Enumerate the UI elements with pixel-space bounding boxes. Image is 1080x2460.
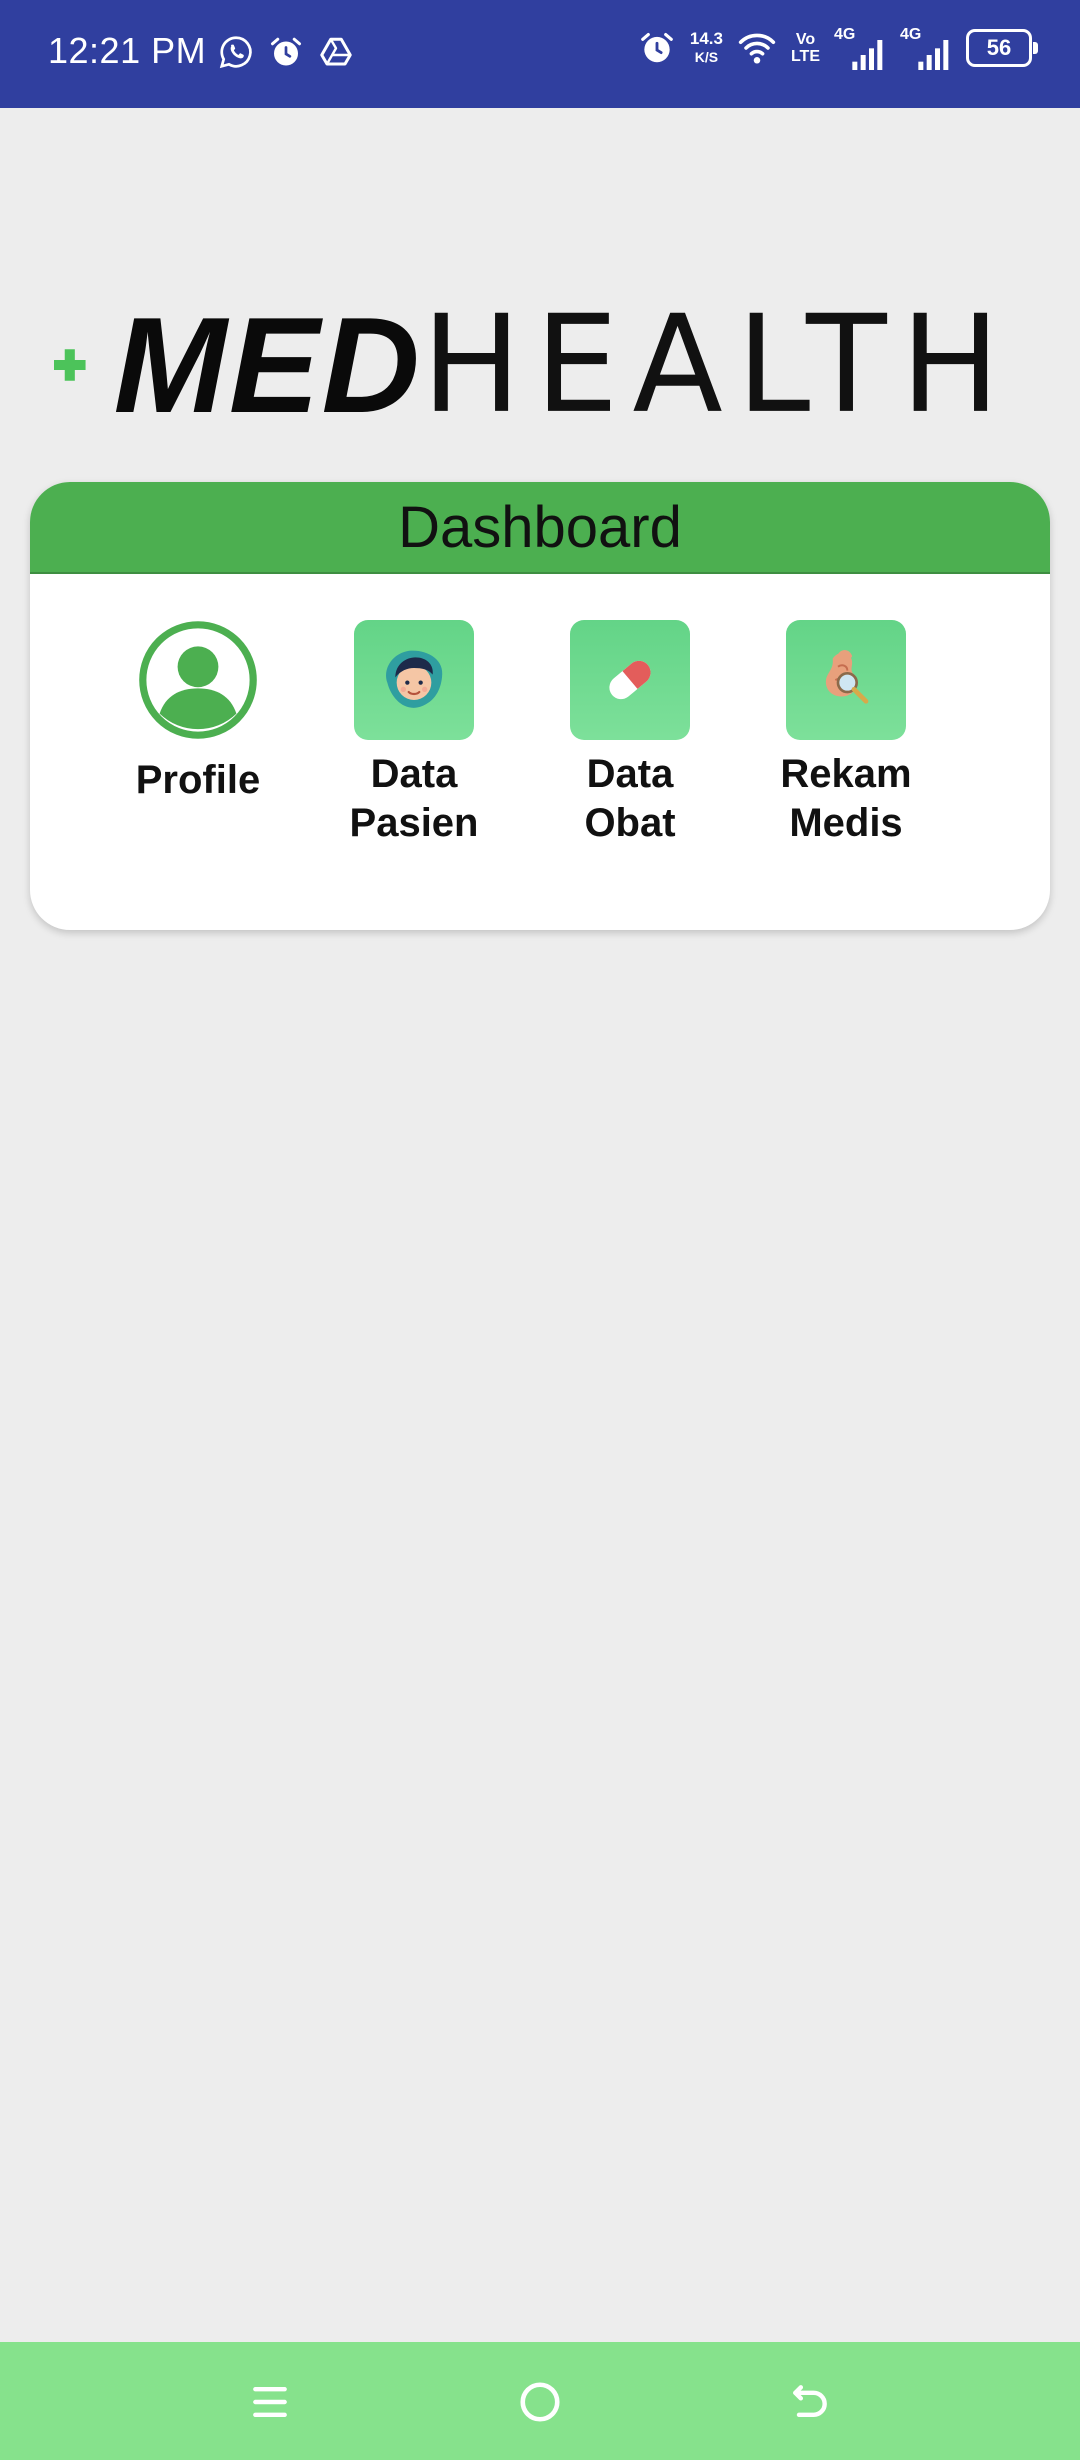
logo-text-med: MED bbox=[113, 289, 422, 441]
speed-unit: K/S bbox=[694, 49, 719, 65]
medical-record-icon bbox=[786, 620, 906, 740]
dashboard-menu: Profile Data Pasien Data Obat Rekam Medi… bbox=[90, 620, 990, 848]
status-notification-icons bbox=[218, 34, 354, 70]
logo-text-health: HEALTH bbox=[421, 286, 1014, 444]
dashboard-card: Dashboard Profile Data Pasien Data Obat … bbox=[30, 482, 1050, 930]
menu-label-profile: Profile bbox=[135, 758, 261, 802]
pill-icon bbox=[570, 620, 690, 740]
back-icon bbox=[793, 2385, 827, 2418]
medical-cross-icon bbox=[54, 349, 86, 381]
status-time: 12:21 PM bbox=[48, 30, 207, 71]
home-icon bbox=[520, 2382, 560, 2422]
dashboard-header: Dashboard bbox=[30, 482, 1050, 574]
drive-icon bbox=[320, 37, 352, 66]
nav-back-button[interactable] bbox=[780, 2372, 840, 2432]
status-bar: 12:21 PM 14.3 K/S Vo LTE 4G 4G 56 bbox=[0, 0, 1080, 108]
menu-item-rekam-medis[interactable]: Rekam Medis bbox=[738, 620, 954, 848]
menu-label-data-pasien: Data Pasien bbox=[349, 752, 479, 845]
whatsapp-icon bbox=[219, 36, 252, 69]
patient-icon bbox=[354, 620, 474, 740]
wifi-icon bbox=[738, 33, 776, 64]
signal-sim2: 4G bbox=[900, 26, 952, 70]
menu-label-data-obat: Data Obat bbox=[584, 752, 676, 845]
menu-item-profile[interactable]: Profile bbox=[90, 620, 306, 848]
network-speed: 14.3 K/S bbox=[690, 30, 723, 66]
alarm-icon bbox=[641, 32, 673, 63]
signal-sim1: 4G bbox=[834, 26, 886, 70]
status-system-icons: 14.3 K/S Vo LTE 4G 4G 56 bbox=[638, 26, 1038, 70]
menu-icon bbox=[253, 2386, 287, 2418]
dashboard-title: Dashboard bbox=[398, 494, 682, 560]
speed-value: 14.3 bbox=[689, 29, 723, 48]
navigation-bar bbox=[0, 2342, 1080, 2460]
alarm-icon bbox=[271, 37, 301, 66]
menu-label-rekam-medis: Rekam Medis bbox=[780, 752, 912, 845]
volte-indicator: Vo LTE bbox=[791, 31, 820, 65]
volte-top: Vo bbox=[795, 31, 816, 48]
nav-home-button[interactable] bbox=[510, 2372, 570, 2432]
volte-bottom: LTE bbox=[790, 48, 820, 65]
battery-icon: 56 bbox=[966, 29, 1038, 67]
profile-icon bbox=[138, 620, 258, 740]
app-logo: MED HEALTH bbox=[54, 286, 1014, 444]
menu-item-data-pasien[interactable]: Data Pasien bbox=[306, 620, 522, 848]
signal-icon bbox=[918, 40, 949, 70]
menu-item-data-obat[interactable]: Data Obat bbox=[522, 620, 738, 848]
nav-menu-button[interactable] bbox=[240, 2372, 300, 2432]
battery-level: 56 bbox=[986, 35, 1012, 60]
signal-icon bbox=[852, 40, 883, 70]
